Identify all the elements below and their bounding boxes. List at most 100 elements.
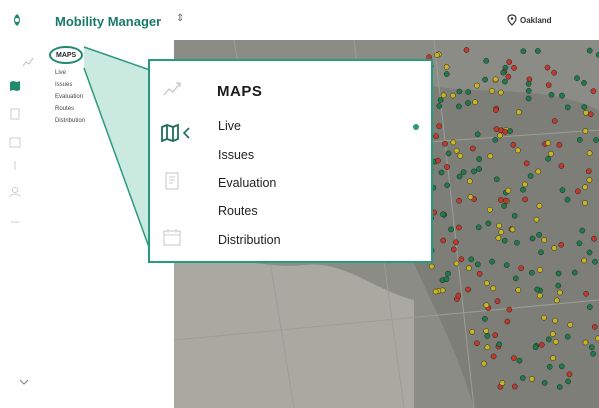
vehicle-marker[interactable] [484,333,491,339]
vehicle-marker[interactable] [518,265,524,272]
vehicle-marker[interactable] [440,237,447,244]
vehicle-marker[interactable] [583,290,589,297]
vehicle-marker[interactable] [534,48,541,54]
vehicle-marker[interactable] [474,82,480,89]
vehicle-marker[interactable] [556,384,563,390]
vehicle-marker[interactable] [565,378,571,385]
vehicle-marker[interactable] [593,137,599,143]
vehicle-marker[interactable] [558,363,565,370]
vehicle-marker[interactable] [483,328,490,334]
sidebar-item-evaluation[interactable]: Evaluation [55,94,83,100]
vehicle-marker[interactable] [456,88,463,95]
vehicle-marker[interactable] [520,48,527,55]
vehicle-marker[interactable] [469,145,476,152]
vehicle-marker[interactable] [510,142,517,148]
vehicle-marker[interactable] [450,139,457,146]
vehicle-marker[interactable] [555,282,562,289]
vehicle-marker[interactable] [529,376,535,382]
vehicle-marker[interactable] [592,258,598,265]
vehicle-marker[interactable] [457,153,464,159]
vehicle-marker[interactable] [545,82,552,88]
vehicle-marker[interactable] [468,256,475,263]
user-icon[interactable] [9,186,21,198]
vehicle-marker[interactable] [586,249,593,256]
vehicle-marker[interactable] [453,239,459,246]
vehicle-marker[interactable] [512,275,519,282]
vehicle-marker[interactable] [502,78,508,85]
vehicle-marker[interactable] [574,75,580,82]
callout-item-evaluation[interactable]: Evaluation [218,176,276,190]
vehicle-marker[interactable] [514,239,520,246]
callout-item-routes[interactable]: Routes [218,204,258,218]
vehicle-marker[interactable] [558,241,565,248]
settings-icon[interactable] [9,212,21,224]
vehicle-marker[interactable] [484,344,491,351]
vehicle-marker[interactable] [466,265,472,272]
vehicle-marker[interactable] [485,220,492,227]
vehicle-marker[interactable] [579,227,586,234]
vehicle-marker[interactable] [501,203,507,209]
vehicle-marker[interactable] [551,69,557,76]
vehicle-marker[interactable] [443,276,450,283]
vehicle-marker[interactable] [444,164,450,170]
vehicle-marker[interactable] [586,177,593,183]
vehicle-marker[interactable] [490,285,497,292]
vehicle-marker[interactable] [493,176,500,183]
vehicle-marker[interactable] [555,270,562,277]
vehicle-marker[interactable] [522,196,528,203]
vehicle-marker[interactable] [576,240,583,247]
vehicle-marker[interactable] [523,160,530,167]
vehicle-marker[interactable] [550,355,556,361]
vehicle-marker[interactable] [474,131,481,138]
vehicle-marker[interactable] [551,245,558,251]
vehicle-marker[interactable] [448,226,454,233]
vehicle-marker[interactable] [586,150,593,157]
chart-icon[interactable] [162,79,182,99]
calendar-icon[interactable] [162,227,182,247]
vehicle-marker[interactable] [496,222,502,229]
vehicle-marker[interactable] [515,109,522,116]
vehicle-marker[interactable] [433,133,439,140]
vehicle-marker[interactable] [507,128,513,134]
vehicle-marker[interactable] [476,270,483,277]
vehicle-marker[interactable] [506,59,513,65]
vehicle-marker[interactable] [436,123,443,129]
vehicle-marker[interactable] [544,64,551,71]
vehicle-marker[interactable] [443,64,450,70]
vehicle-marker[interactable] [432,288,439,295]
vehicle-marker[interactable] [435,157,441,164]
vehicle-marker[interactable] [582,184,588,191]
vehicle-marker[interactable] [472,99,478,106]
vehicle-marker[interactable] [437,97,444,103]
vehicle-marker[interactable] [505,187,512,194]
vehicle-marker[interactable] [582,128,589,134]
vehicle-marker[interactable] [440,92,447,99]
vehicle-marker[interactable] [474,340,480,347]
vehicle-marker[interactable] [595,335,599,342]
vehicle-marker[interactable] [545,155,551,162]
vehicle-marker[interactable] [516,357,523,364]
vehicle-marker[interactable] [525,87,532,94]
vehicle-marker[interactable] [502,128,509,135]
vehicle-marker[interactable] [483,280,490,287]
vehicle-marker[interactable] [537,267,543,273]
vehicle-marker[interactable] [482,316,488,322]
vehicle-marker[interactable] [455,292,462,299]
document-icon[interactable] [9,108,21,120]
vehicle-marker[interactable] [552,317,559,324]
vehicle-marker[interactable] [511,213,518,219]
vehicle-marker[interactable] [564,333,571,340]
vehicle-marker[interactable] [465,286,471,293]
sidebar-item-live[interactable]: Live [55,70,66,76]
vehicle-marker[interactable] [566,371,573,378]
vehicle-marker[interactable] [533,216,540,223]
vehicle-marker[interactable] [528,269,535,276]
vehicle-marker[interactable] [503,262,510,268]
vehicle-marker[interactable] [545,140,551,146]
vehicle-marker[interactable] [483,58,490,64]
vehicle-marker[interactable] [496,341,503,348]
map-icon[interactable] [9,80,21,92]
vehicle-marker[interactable] [519,375,526,381]
vehicle-marker[interactable] [571,269,578,276]
vehicle-marker[interactable] [443,71,450,77]
